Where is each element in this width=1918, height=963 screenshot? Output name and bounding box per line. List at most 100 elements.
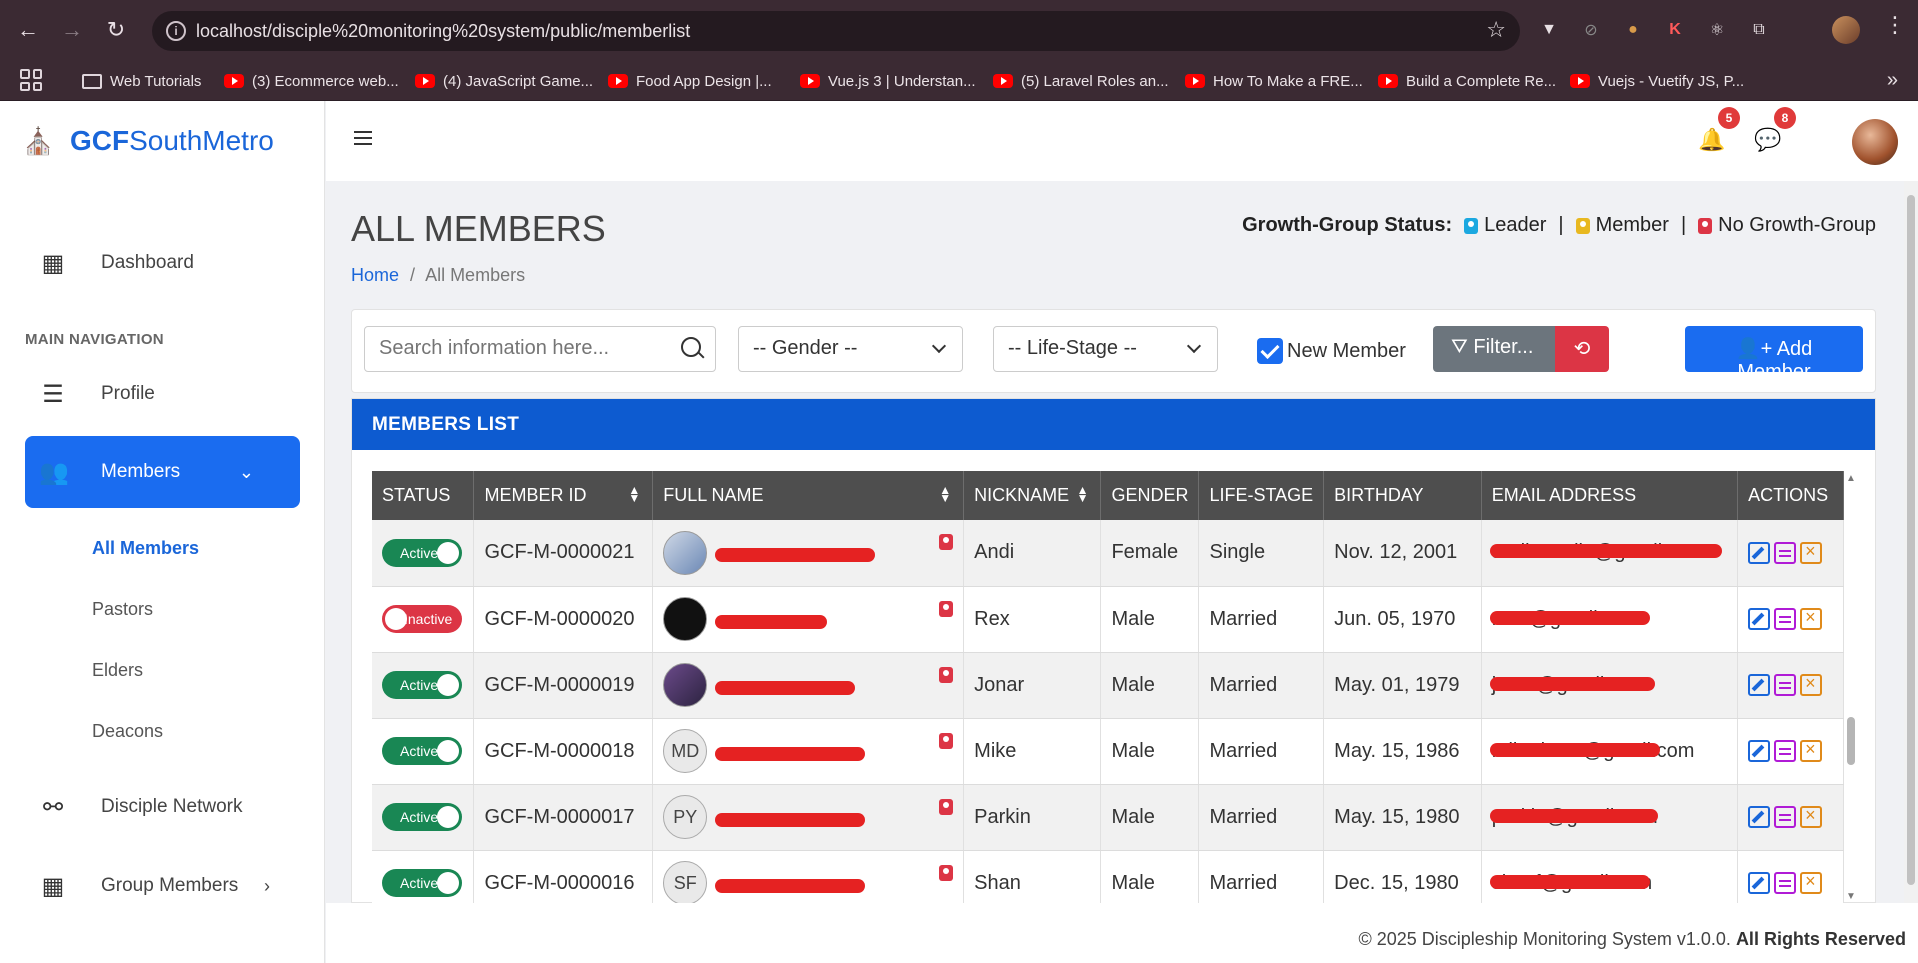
bookmark-item[interactable]: Vue.js 3 | Understan... <box>800 67 976 95</box>
calendar-icon[interactable] <box>1774 872 1797 895</box>
bookmark-item[interactable]: (4) JavaScript Game... <box>415 67 593 95</box>
status-cell: Active <box>372 520 475 587</box>
status-toggle[interactable]: Active <box>382 671 462 699</box>
redacted-name <box>715 812 866 827</box>
delete-icon[interactable] <box>1800 805 1823 829</box>
vuejs-devtools-icon[interactable]: ▼ <box>1535 16 1563 44</box>
new-member-checkbox[interactable] <box>1257 338 1283 364</box>
search-box[interactable] <box>364 326 716 372</box>
scroll-down-icon[interactable]: ▼ <box>1846 891 1856 902</box>
full-name-cell[interactable] <box>652 652 965 719</box>
edit-icon[interactable] <box>1748 608 1771 631</box>
apps-grid-icon[interactable] <box>20 69 42 91</box>
sort-icon[interactable]: ▲ ▼ <box>1077 484 1089 504</box>
new-member-label[interactable]: New Member <box>1287 340 1406 363</box>
reload-icon[interactable]: ↻ <box>100 14 132 46</box>
bookmark-item[interactable]: How To Make a FRE... <box>1185 67 1363 95</box>
extensions-puzzle-icon[interactable]: ⧉ <box>1745 16 1773 44</box>
table-scrollbar[interactable]: ▲ ▼ <box>1844 471 1858 904</box>
bookmark-folder[interactable]: Web Tutorials <box>82 67 201 95</box>
sidebar-sub-deacons[interactable]: Deacons <box>92 721 163 742</box>
delete-icon[interactable] <box>1800 871 1823 895</box>
react-devtools-icon[interactable]: ⚛ <box>1703 16 1731 44</box>
bookmark-item[interactable]: Build a Complete Re... <box>1378 67 1556 95</box>
bookmark-label: Build a Complete Re... <box>1406 72 1557 90</box>
calendar-icon[interactable] <box>1774 608 1797 631</box>
back-icon[interactable]: ← <box>12 14 44 46</box>
full-name-cell[interactable]: MD <box>652 718 965 785</box>
bookmark-item[interactable]: (3) Ecommerce web... <box>224 67 399 95</box>
edit-icon[interactable] <box>1748 740 1771 763</box>
hamburger-menu-icon[interactable] <box>354 131 372 149</box>
edit-icon[interactable] <box>1748 674 1771 697</box>
k-extension-icon[interactable]: K <box>1661 16 1689 44</box>
bookmark-item[interactable]: Food App Design |... <box>608 67 772 95</box>
calendar-icon[interactable] <box>1774 541 1797 564</box>
full-name-cell[interactable] <box>652 586 965 653</box>
messages-icon[interactable]: 💬 8 <box>1754 107 1796 155</box>
delete-icon[interactable] <box>1800 739 1823 763</box>
lifestage-select[interactable]: -- Life-Stage -- <box>993 326 1218 372</box>
column-header-nickname[interactable]: NICKNAME ▲ ▼ <box>963 471 1102 520</box>
delete-icon[interactable] <box>1800 541 1823 564</box>
cookie-icon[interactable]: ● <box>1619 16 1647 44</box>
sort-icon[interactable]: ▲ ▼ <box>628 484 640 504</box>
calendar-icon[interactable] <box>1774 806 1797 829</box>
add-member-button[interactable]: 👤+ Add Member <box>1685 326 1863 383</box>
address-bar[interactable]: i localhost/disciple%20monitoring%20syst… <box>152 11 1520 51</box>
edit-icon[interactable] <box>1748 541 1771 564</box>
search-input[interactable] <box>379 337 679 360</box>
notification-bell-icon[interactable]: 🔔 5 <box>1698 107 1740 155</box>
folder-icon <box>82 73 102 89</box>
bookmark-item[interactable]: Vuejs - Vuetify JS, P... <box>1570 67 1744 95</box>
calendar-icon[interactable] <box>1774 740 1797 763</box>
bookmark-item[interactable]: (5) Laravel Roles an... <box>993 67 1169 95</box>
full-name-cell[interactable]: PY <box>652 784 965 851</box>
brand-logo[interactable]: ⛪ GCFSouthMetro <box>22 125 274 157</box>
sidebar-sub-elders[interactable]: Elders <box>92 660 143 681</box>
sidebar-sub-pastors[interactable]: Pastors <box>92 599 153 620</box>
edit-icon[interactable] <box>1748 806 1771 829</box>
sidebar-sub-all-members[interactable]: All Members <box>92 538 199 559</box>
status-toggle[interactable]: Active <box>382 538 462 567</box>
status-toggle[interactable]: Inactive <box>382 605 462 633</box>
no-group-badge-icon <box>939 666 954 683</box>
extension-icon[interactable]: ⊘ <box>1577 16 1605 44</box>
breadcrumb-home[interactable]: Home <box>351 265 399 285</box>
edit-icon[interactable] <box>1748 872 1771 895</box>
bookmarks-overflow-icon[interactable]: » <box>1887 69 1898 92</box>
search-icon[interactable] <box>681 337 701 357</box>
reset-filter-button[interactable]: ⟲ <box>1555 326 1609 372</box>
filter-button[interactable]: ⛛ Filter... <box>1433 326 1555 372</box>
column-header-member-id[interactable]: MEMBER ID ▲ ▼ <box>473 471 654 520</box>
sidebar-item-members[interactable]: 👥 Members ⌄ <box>25 436 300 508</box>
sidebar-item-profile[interactable]: ☰ Profile <box>25 358 300 430</box>
sidebar-item-dashboard[interactable]: ▦ Dashboard <box>25 227 300 299</box>
column-header-full-name[interactable]: FULL NAME ▲ ▼ <box>652 471 965 520</box>
full-name-cell[interactable]: SF <box>652 850 965 904</box>
status-toggle[interactable]: Active <box>382 869 462 897</box>
browser-profile-avatar[interactable] <box>1832 16 1860 44</box>
status-toggle[interactable]: Active <box>382 737 462 765</box>
sort-icon[interactable]: ▲ ▼ <box>939 484 951 504</box>
delete-icon[interactable] <box>1800 607 1823 631</box>
user-avatar[interactable] <box>1852 119 1898 165</box>
column-header-status: STATUS <box>372 471 475 520</box>
legend-separator: | <box>1680 214 1687 236</box>
browser-menu-icon[interactable]: ⋮ <box>1884 12 1906 38</box>
dashboard-icon: ▦ <box>41 249 65 277</box>
forward-icon[interactable]: → <box>56 14 88 46</box>
delete-icon[interactable] <box>1800 673 1823 697</box>
url-text[interactable]: localhost/disciple%20monitoring%20system… <box>196 21 690 42</box>
status-toggle[interactable]: Active <box>382 803 462 831</box>
gender-select[interactable]: -- Gender -- <box>738 326 963 372</box>
sidebar-item-group-members[interactable]: ▦ Group Members › <box>25 850 300 922</box>
members-table-wrapper[interactable]: STATUS MEMBER ID ▲ ▼ FULL NAME ▲ ▼ NICKNAME ▲… <box>372 471 1844 904</box>
calendar-icon[interactable] <box>1774 674 1797 697</box>
page-scrollbar[interactable] <box>1904 181 1918 903</box>
sidebar-item-disciple-network[interactable]: ⚯ Disciple Network <box>25 771 300 843</box>
scroll-up-icon[interactable]: ▲ <box>1846 473 1856 484</box>
full-name-cell[interactable] <box>652 520 965 587</box>
bookmark-star-icon[interactable]: ☆ <box>1486 17 1506 43</box>
site-info-icon[interactable]: i <box>166 21 186 41</box>
